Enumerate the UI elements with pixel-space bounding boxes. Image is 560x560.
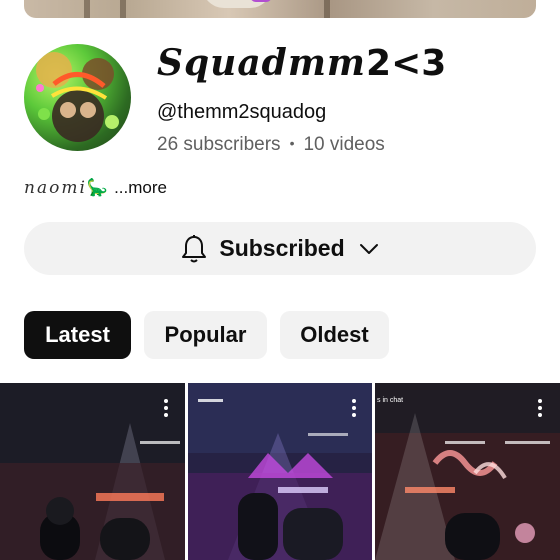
description-name: naomi <box>24 178 87 198</box>
chip-oldest[interactable]: Oldest <box>280 311 389 359</box>
thumbnail-overlay-text: s in chat <box>377 397 404 404</box>
video-thumbnail-1[interactable] <box>0 383 185 560</box>
stats-separator: • <box>289 135 295 151</box>
channel-handle: @themm2squadog <box>157 101 327 123</box>
chevron-down-icon <box>359 243 378 254</box>
channel-description[interactable]: naomi🦕 ...more <box>24 178 167 198</box>
video-thumbnail-2[interactable] <box>188 383 372 560</box>
channel-name: Squadmm2<3 <box>157 42 446 84</box>
subscriber-count: 26 subscribers <box>157 134 281 155</box>
channel-name-tail: 2<3 <box>366 43 447 84</box>
video-thumbnail-3[interactable]: s in chat <box>375 383 560 560</box>
subscribed-button[interactable]: Subscribed <box>24 222 536 275</box>
channel-avatar[interactable] <box>24 44 131 151</box>
dinosaur-emoji: 🦕 <box>86 178 109 197</box>
more-vert-icon[interactable] <box>164 399 168 420</box>
video-count: 10 videos <box>303 134 385 155</box>
channel-stats: 26 subscribers • 10 videos <box>157 134 385 156</box>
chip-popular[interactable]: Popular <box>144 311 267 359</box>
more-link[interactable]: ...more <box>114 178 167 197</box>
channel-name-main: Squadmm <box>157 42 367 84</box>
more-vert-icon[interactable] <box>538 399 542 420</box>
more-vert-icon[interactable] <box>352 399 356 420</box>
channel-banner <box>24 0 536 18</box>
bell-icon <box>182 234 207 262</box>
chip-latest[interactable]: Latest <box>24 311 131 359</box>
subscribed-label: Subscribed <box>219 235 345 261</box>
